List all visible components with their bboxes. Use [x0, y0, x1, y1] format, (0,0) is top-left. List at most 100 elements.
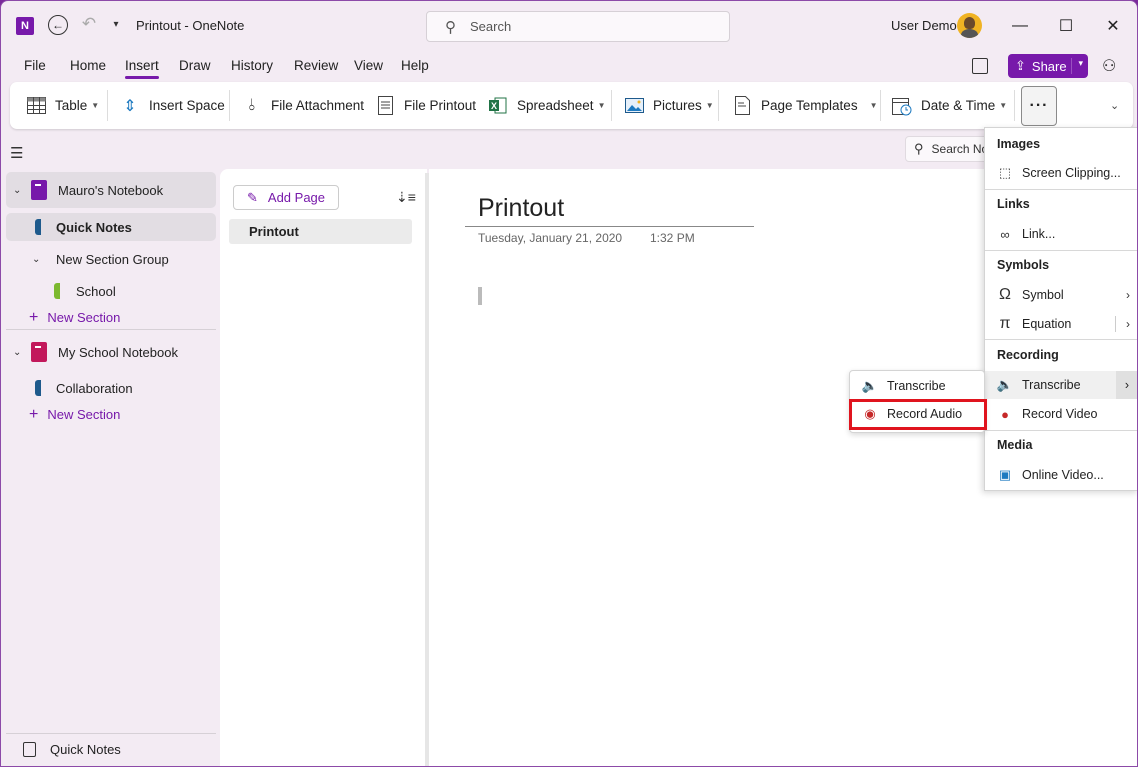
notebook-item[interactable]: ⌄ My School Notebook	[6, 334, 216, 370]
user-name[interactable]: User Demo	[891, 18, 957, 33]
chevron-right-icon[interactable]: ›	[1126, 317, 1130, 331]
file-printout-button[interactable]: File Printout	[375, 82, 476, 129]
tab-insert[interactable]: Insert	[125, 58, 159, 79]
notebook-navigation: ⌄ Mauro's Notebook Quick Notes ⌄ New Sec…	[1, 169, 219, 766]
link-icon: ∞	[1000, 226, 1010, 242]
notebook-icon	[31, 342, 47, 362]
menu-item-equation[interactable]: π Equation ›	[985, 310, 1137, 338]
maximize-button[interactable]: ☐	[1046, 11, 1086, 41]
quick-notes-icon	[23, 742, 36, 757]
menu-item-screen-clipping[interactable]: ⬚ Screen Clipping...	[985, 159, 1137, 187]
menu-divider	[985, 339, 1137, 340]
section-item-quick-notes[interactable]: Quick Notes	[6, 213, 216, 241]
minimize-button[interactable]: —	[1000, 11, 1040, 41]
new-section-button[interactable]: + New Section	[29, 406, 120, 424]
hamburger-menu-icon[interactable]: ☰	[10, 144, 23, 162]
section-item-school[interactable]: School	[6, 274, 216, 308]
table-button[interactable]: Table ▼	[26, 82, 99, 129]
page-title[interactable]: Printout	[478, 194, 564, 223]
pages-pane: ✎ Add Page ⇣≡ Printout	[220, 169, 427, 766]
page-list-item[interactable]: Printout	[229, 219, 412, 244]
search-input[interactable]: ⚲ Search	[426, 11, 730, 42]
chevron-down-icon: ▼	[597, 101, 606, 110]
file-printout-icon	[375, 96, 395, 116]
tab-draw[interactable]: Draw	[179, 58, 211, 73]
file-attachment-label: File Attachment	[271, 98, 365, 113]
insert-more-dropdown: Images ⬚ Screen Clipping... Links ∞ Link…	[984, 127, 1137, 491]
chevron-right-icon[interactable]: ›	[1116, 371, 1137, 399]
close-button[interactable]: ✕	[1093, 11, 1133, 41]
customize-quick-access-icon[interactable]: ▾	[109, 17, 123, 31]
search-icon: ⚲	[914, 141, 924, 156]
tab-help[interactable]: Help	[401, 58, 429, 73]
excel-icon: X	[488, 96, 508, 116]
table-icon	[26, 96, 46, 116]
plus-icon: +	[29, 309, 39, 326]
table-label: Table	[55, 98, 88, 113]
chevron-down-icon[interactable]: ⌄	[13, 185, 21, 196]
svg-text:X: X	[491, 101, 497, 111]
menu-item-label: Link...	[1022, 227, 1056, 241]
tab-history[interactable]: History	[231, 58, 273, 73]
insert-space-button[interactable]: ⇕ Insert Space	[120, 82, 225, 129]
transcribe-icon: 🔈	[861, 378, 879, 393]
footer-divider	[6, 733, 216, 734]
sort-icon[interactable]: ⇣≡	[396, 189, 416, 206]
section-name: Collaboration	[56, 380, 133, 396]
menu-item-transcribe[interactable]: 🔈 Transcribe ›	[985, 371, 1137, 399]
avatar[interactable]	[957, 13, 982, 38]
highlight-box	[849, 399, 987, 430]
feedback-icon[interactable]: ⚇	[1102, 56, 1116, 76]
tab-review[interactable]: Review	[294, 58, 338, 73]
chevron-down-icon: ▼	[91, 101, 100, 110]
back-icon[interactable]: ←	[48, 15, 68, 35]
sticky-notes-icon[interactable]	[972, 58, 988, 74]
menu-item-symbol[interactable]: Ω Symbol ›	[985, 281, 1137, 309]
chevron-down-icon[interactable]: ⌄	[32, 254, 40, 265]
ribbon: Table ▼ ⇕ Insert Space ⫰ File Attachment …	[10, 82, 1133, 129]
quick-notes-footer-label: Quick Notes	[50, 742, 121, 757]
menu-header-symbols: Symbols	[997, 258, 1050, 272]
add-page-icon: ✎	[247, 189, 258, 205]
expand-ribbon-icon[interactable]: ⌄	[1110, 99, 1119, 112]
file-attachment-button[interactable]: ⫰ File Attachment	[242, 82, 365, 129]
menu-header-recording: Recording	[997, 348, 1059, 362]
section-name: Quick Notes	[56, 219, 132, 235]
page-templates-button[interactable]: Page Templates ▼	[732, 82, 878, 129]
section-item-collaboration[interactable]: Collaboration	[6, 371, 216, 405]
ribbon-divider	[1014, 90, 1015, 121]
notebook-item[interactable]: ⌄ Mauro's Notebook	[6, 172, 216, 208]
tab-home[interactable]: Home	[70, 58, 106, 73]
record-video-icon: ●	[1001, 406, 1009, 422]
chevron-down-icon[interactable]: ▾	[1078, 58, 1083, 69]
menu-divider	[985, 250, 1137, 251]
menu-item-online-video[interactable]: ▣ Online Video...	[985, 461, 1137, 489]
share-button[interactable]: ⇪ Share ▾	[1008, 54, 1088, 78]
paperclip-icon: ⫰	[248, 96, 256, 114]
spreadsheet-button[interactable]: X Spreadsheet ▼	[488, 82, 605, 129]
text-cursor	[478, 287, 482, 305]
pictures-icon	[624, 96, 644, 116]
quick-notes-footer-button[interactable]: Quick Notes	[23, 742, 121, 757]
new-section-button[interactable]: + New Section	[29, 309, 120, 327]
tab-file[interactable]: File	[24, 58, 46, 73]
pictures-button[interactable]: Pictures ▼	[624, 82, 714, 129]
search-notebooks-input[interactable]: ⚲ Search Notebooks	[905, 136, 995, 162]
add-page-button[interactable]: ✎ Add Page	[233, 185, 339, 210]
spreadsheet-label: Spreadsheet	[517, 98, 594, 113]
chevron-down-icon[interactable]: ⌄	[13, 347, 21, 358]
date-time-button[interactable]: Date & Time ▼	[892, 82, 1007, 129]
page-templates-label: Page Templates	[761, 98, 858, 113]
section-group-item[interactable]: ⌄ New Section Group	[6, 242, 216, 276]
undo-icon[interactable]: ↶	[79, 14, 99, 34]
more-options-button[interactable]: ···	[1021, 86, 1057, 126]
submenu-item-transcribe[interactable]: 🔈 Transcribe	[850, 372, 984, 400]
section-tab-icon	[35, 380, 41, 396]
menu-bar: File Home Insert Draw History Review Vie…	[1, 53, 1137, 79]
tab-view[interactable]: View	[354, 58, 383, 73]
menu-item-link[interactable]: ∞ Link...	[985, 220, 1137, 248]
menu-item-record-video[interactable]: ● Record Video	[985, 400, 1137, 428]
menu-item-label: Screen Clipping...	[1022, 166, 1121, 180]
chevron-down-icon: ▼	[869, 101, 878, 110]
menu-header-links: Links	[997, 197, 1030, 211]
